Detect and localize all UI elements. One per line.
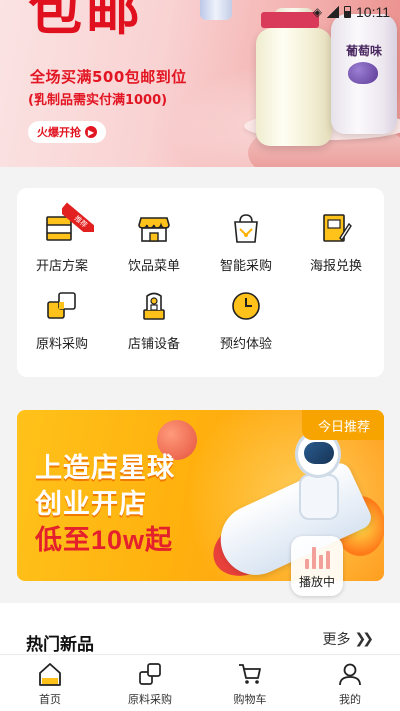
grid-item-poster-exchange[interactable]: 海报兑换	[301, 210, 371, 274]
wifi-icon: ◈	[312, 5, 322, 19]
status-time: 10:11	[356, 4, 390, 20]
today-recommend-tag: 今日推荐	[301, 410, 384, 440]
bottom-tab-bar: 首页 原料采购 购物车 我的	[0, 654, 400, 711]
astronaut-body-illustration	[299, 474, 339, 520]
grid-item-appointment[interactable]: 预约体验	[211, 288, 281, 352]
grid-item-ingredient-purchase[interactable]: 原料采购	[27, 288, 97, 352]
grid-item-shop-plan[interactable]: 推荐 开店方案	[27, 202, 97, 274]
tab-label: 原料采购	[128, 693, 172, 706]
tab-label: 首页	[39, 693, 61, 706]
status-bar: ◈ 10:11	[313, 4, 390, 20]
store-equipment-icon	[136, 288, 172, 324]
grid-item-store-equipment[interactable]: 店铺设备	[119, 288, 189, 352]
now-playing-button[interactable]: 播放中	[291, 536, 343, 596]
grid-item-label: 原料采购	[35, 337, 88, 352]
hero-title: 包邮	[28, 0, 144, 41]
section-title: 热门新品	[26, 635, 94, 655]
grape-fruit-image	[348, 62, 378, 84]
tab-home[interactable]: 首页	[0, 655, 100, 711]
tab-ingredients[interactable]: 原料采购	[100, 655, 200, 711]
recommend-badge: 推荐	[62, 200, 94, 232]
audio-bars-icon	[304, 545, 330, 569]
home-icon	[37, 661, 63, 687]
now-playing-label: 播放中	[298, 575, 335, 589]
cart-icon	[237, 661, 263, 687]
promo-subheadline: 创业开店	[35, 489, 147, 519]
play-arrow-icon: ▶	[85, 126, 97, 138]
ingredient-purchase-icon	[44, 288, 80, 324]
double-chevron-right-icon: ❯❯	[354, 631, 375, 647]
shop-plan-icon: 推荐	[44, 202, 94, 246]
product-bottle-blue	[200, 0, 232, 20]
tab-cart[interactable]: 购物车	[200, 655, 300, 711]
category-grid: 推荐 开店方案 饮品菜单 智能采购 海报兑换 原料采购 店铺设备 预约体验	[17, 188, 384, 377]
drink-menu-icon	[136, 210, 172, 246]
grid-item-smart-purchase[interactable]: 智能采购	[211, 210, 281, 274]
astronaut-visor-illustration	[304, 442, 334, 464]
grid-item-label: 预约体验	[219, 337, 272, 352]
profile-icon	[337, 661, 363, 687]
hero-banner[interactable]: 葡萄味 包邮 全场买满500包邮到位 (乳制品需实付满1000) 火爆开抢 ▶ …	[0, 0, 400, 167]
grid-item-label: 饮品菜单	[127, 259, 180, 274]
more-label: 更多	[322, 632, 351, 648]
grid-item-label: 海报兑换	[309, 259, 362, 274]
grid-item-label: 智能采购	[219, 259, 272, 274]
appointment-icon	[228, 288, 264, 324]
hero-cta-label: 火爆开抢	[37, 126, 81, 139]
hero-promo-subline: (乳制品需实付满1000)	[28, 93, 168, 108]
hero-promo-line: 全场买满500包邮到位	[30, 68, 187, 86]
grid-item-label: 店铺设备	[127, 337, 180, 352]
hero-cta-button[interactable]: 火爆开抢 ▶	[28, 121, 106, 143]
tab-label: 购物车	[233, 693, 267, 706]
tab-label: 我的	[339, 693, 361, 706]
product-bottle-milk	[256, 28, 332, 146]
product-bottle-milk-label	[261, 12, 319, 28]
promo-headline: 上造店星球	[35, 453, 175, 483]
product-grape-label: 葡萄味	[345, 44, 382, 58]
grid-item-drink-menu[interactable]: 饮品菜单	[119, 210, 189, 274]
more-link[interactable]: 更多 ❯❯	[322, 629, 375, 649]
battery-icon	[344, 6, 351, 18]
grid-item-label: 开店方案	[35, 259, 88, 274]
tab-profile[interactable]: 我的	[300, 655, 400, 711]
promo-price-line: 低至10w起	[35, 525, 174, 555]
smart-purchase-icon	[228, 210, 264, 246]
signal-icon	[327, 6, 339, 18]
ingredients-icon	[137, 661, 163, 687]
poster-exchange-icon	[318, 210, 354, 246]
